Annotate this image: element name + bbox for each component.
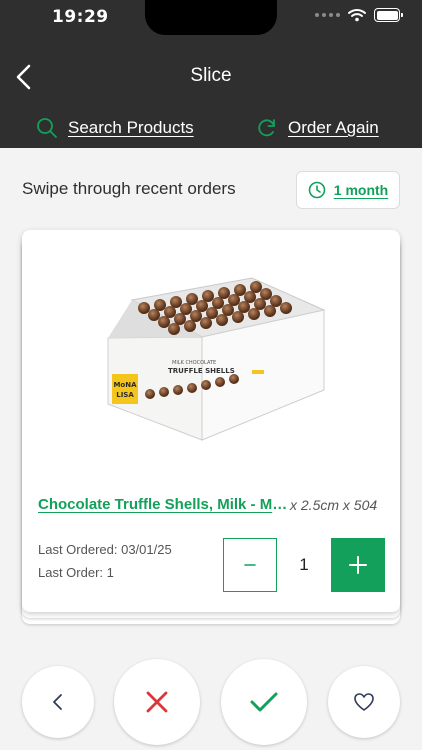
close-icon	[146, 691, 168, 713]
product-name-link[interactable]: Chocolate Truffle Shells, Milk - Mona Li…	[38, 496, 288, 513]
search-products-link[interactable]: Search Products	[36, 117, 194, 139]
battery-icon	[374, 8, 403, 22]
status-time: 19:29	[52, 7, 109, 27]
app-header: Slice Search Products Order Again	[0, 44, 422, 148]
svg-text:LISA: LISA	[116, 391, 134, 399]
previous-card-button[interactable]	[22, 666, 94, 738]
product-size: x 2.5cm x 504	[290, 497, 378, 513]
search-icon	[37, 118, 57, 138]
refresh-icon	[258, 119, 275, 137]
chevron-left-icon	[53, 694, 62, 710]
clock-icon	[308, 181, 326, 199]
swipe-instruction: Swipe through recent orders	[22, 179, 236, 198]
period-filter-button[interactable]: 1 month	[296, 171, 400, 209]
heart-icon	[354, 693, 374, 711]
decrease-quantity-button[interactable]	[223, 538, 277, 592]
last-order-quantity: Last Order: 1	[38, 565, 114, 580]
notch	[145, 0, 277, 35]
accept-button[interactable]	[221, 659, 307, 745]
period-filter-label: 1 month	[333, 182, 389, 198]
checkmark-icon	[250, 692, 278, 712]
status-icons	[315, 8, 403, 22]
order-again-label: Order Again	[288, 118, 379, 137]
favorite-button[interactable]	[328, 666, 400, 738]
status-bar: 19:29	[0, 0, 422, 44]
product-card[interactable]: MoNA LISA MILK CHOCOLATE TRUFFLE SHELLS …	[22, 230, 400, 612]
order-again-link[interactable]: Order Again	[256, 117, 379, 139]
minus-icon	[244, 564, 256, 566]
last-ordered-date: Last Ordered: 03/01/25	[38, 542, 172, 557]
product-image: MoNA LISA MILK CHOCOLATE TRUFFLE SHELLS	[107, 277, 326, 441]
reject-button[interactable]	[114, 659, 200, 745]
plus-icon	[349, 556, 367, 574]
increase-quantity-button[interactable]	[331, 538, 385, 592]
page-title: Slice	[190, 65, 232, 86]
svg-text:TRUFFLE SHELLS: TRUFFLE SHELLS	[168, 367, 235, 375]
wifi-icon	[348, 9, 366, 22]
svg-text:MILK CHOCOLATE: MILK CHOCOLATE	[172, 360, 216, 366]
search-products-label: Search Products	[68, 118, 194, 137]
signal-icon	[315, 13, 340, 17]
svg-text:MoNA: MoNA	[113, 381, 137, 389]
quantity-value[interactable]: 1	[277, 538, 331, 592]
